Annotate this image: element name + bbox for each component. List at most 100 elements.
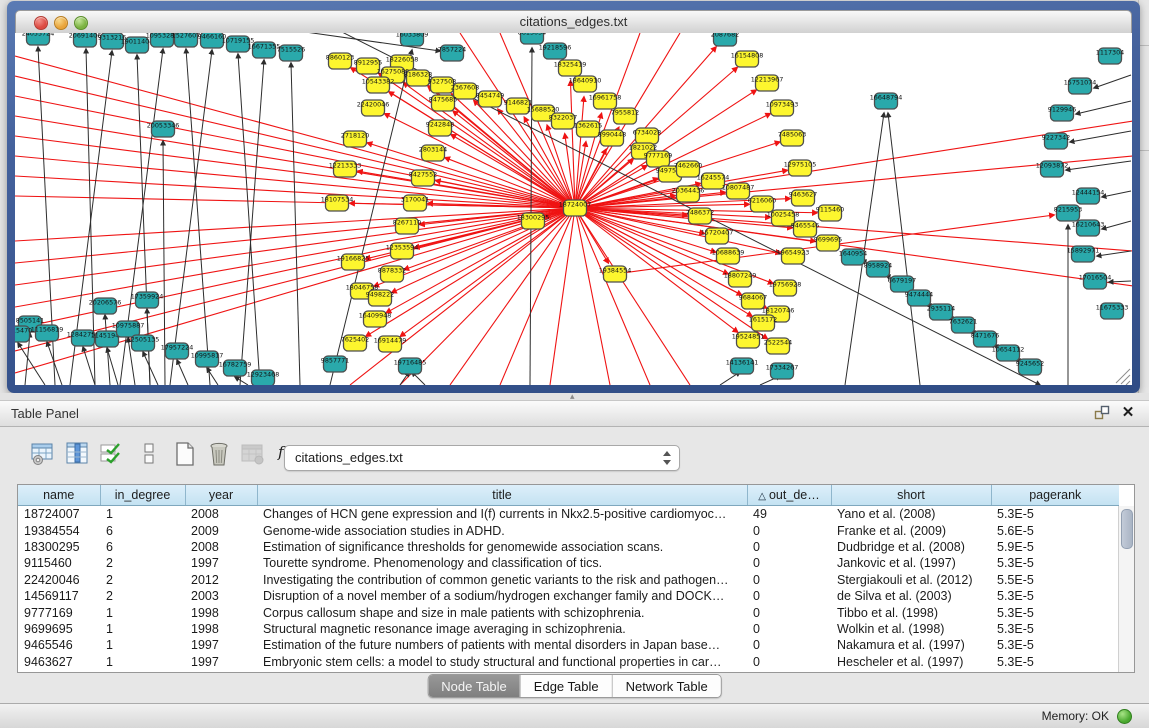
table-cell[interactable]: Nakamura et al. (1997) bbox=[831, 637, 991, 653]
window-resize-grip-icon[interactable] bbox=[1116, 369, 1130, 383]
table-cell[interactable]: 1 bbox=[100, 506, 185, 523]
table-scrollbar[interactable] bbox=[1118, 506, 1134, 672]
table-cell[interactable]: 2003 bbox=[185, 588, 257, 604]
table-cell[interactable]: 18300295 bbox=[18, 539, 100, 555]
table-cell[interactable]: 0 bbox=[747, 539, 831, 555]
table-row[interactable]: 2242004622012Investigating the contribut… bbox=[18, 572, 1119, 588]
column-header-out_de[interactable]: △out_de… bbox=[747, 485, 831, 506]
table-cell[interactable]: Dudbridge et al. (2008) bbox=[831, 539, 991, 555]
table-row[interactable]: 911546021997Tourette syndrome. Phenomeno… bbox=[18, 555, 1119, 571]
row-selection-icon[interactable] bbox=[98, 441, 124, 467]
table-cell[interactable]: Jankovic et al. (1997) bbox=[831, 555, 991, 571]
table-cell[interactable]: 14569117 bbox=[18, 588, 100, 604]
table-cell[interactable]: 0 bbox=[747, 555, 831, 571]
table-row[interactable]: 946362711997Embryonic stem cells: a mode… bbox=[18, 654, 1119, 670]
network-edge-red[interactable] bbox=[15, 56, 575, 208]
table-cell[interactable]: 1 bbox=[100, 621, 185, 637]
delete-column-icon[interactable] bbox=[206, 441, 232, 467]
table-cell[interactable]: 1 bbox=[100, 604, 185, 620]
network-edge-red[interactable] bbox=[550, 208, 575, 385]
table-cell[interactable]: 2012 bbox=[185, 572, 257, 588]
network-edge-black[interactable] bbox=[888, 113, 920, 385]
table-cell[interactable]: de Silva et al. (2003) bbox=[831, 588, 991, 604]
table-cell[interactable]: Tibbo et al. (1998) bbox=[831, 604, 991, 620]
table-cell[interactable]: 2 bbox=[100, 588, 185, 604]
table-mode-icon[interactable] bbox=[30, 441, 56, 467]
table-cell[interactable]: 49 bbox=[747, 506, 831, 523]
table-cell[interactable]: 5.5E-5 bbox=[991, 572, 1119, 588]
table-cell[interactable]: Corpus callosum shape and size in male p… bbox=[257, 604, 747, 620]
table-cell[interactable]: Structural magnetic resonance image aver… bbox=[257, 621, 747, 637]
table-cell[interactable]: 19384554 bbox=[18, 522, 100, 538]
table-cell[interactable]: Investigating the contribution of common… bbox=[257, 572, 747, 588]
table-cell[interactable]: Estimation of the future numbers of pati… bbox=[257, 637, 747, 653]
column-header-pagerank[interactable]: pagerank bbox=[991, 485, 1119, 506]
table-cell[interactable]: 1997 bbox=[185, 654, 257, 670]
table-cell[interactable]: 5.3E-5 bbox=[991, 621, 1119, 637]
table-cell[interactable]: 5.3E-5 bbox=[991, 506, 1119, 523]
column-header-name[interactable]: name bbox=[18, 485, 100, 506]
float-panel-icon[interactable] bbox=[1093, 404, 1111, 422]
table-row[interactable]: 1456911722003Disruption of a novel membe… bbox=[18, 588, 1119, 604]
table-cell[interactable]: Yano et al. (2008) bbox=[831, 506, 991, 523]
table-cell[interactable]: 0 bbox=[747, 637, 831, 653]
table-cell[interactable]: Changes of HCN gene expression and I(f) … bbox=[257, 506, 747, 523]
table-cell[interactable]: 0 bbox=[747, 654, 831, 670]
table-row[interactable]: 1872400712008Changes of HCN gene express… bbox=[18, 506, 1119, 523]
table-cell[interactable]: 0 bbox=[747, 588, 831, 604]
table-cell[interactable]: Disruption of a novel member of a sodium… bbox=[257, 588, 747, 604]
table-cell[interactable]: 2008 bbox=[185, 506, 257, 523]
table-row[interactable]: 1938455462009Genome-wide association stu… bbox=[18, 522, 1119, 538]
network-edge-black[interactable] bbox=[238, 54, 260, 385]
table-cell[interactable]: 2 bbox=[100, 572, 185, 588]
table-cell[interactable]: Genome-wide association studies in ADHD. bbox=[257, 522, 747, 538]
table-cell[interactable]: 1 bbox=[100, 637, 185, 653]
column-header-in_degree[interactable]: in_degree bbox=[100, 485, 185, 506]
memory-status-indicator[interactable] bbox=[1117, 709, 1132, 724]
tab-edge-table[interactable]: Edge Table bbox=[520, 675, 612, 697]
network-edge-black[interactable] bbox=[1076, 101, 1131, 114]
table-cell[interactable]: 5.3E-5 bbox=[991, 654, 1119, 670]
column-header-year[interactable]: year bbox=[185, 485, 257, 506]
table-cell[interactable]: 5.3E-5 bbox=[991, 555, 1119, 571]
table-row[interactable]: 946554611997Estimation of the future num… bbox=[18, 637, 1119, 653]
table-cell[interactable]: 5.3E-5 bbox=[991, 588, 1119, 604]
network-canvas[interactable]: 1872400724055724206914069313216190114041… bbox=[15, 33, 1132, 385]
show-columns-icon[interactable] bbox=[64, 441, 90, 467]
table-cell[interactable]: Wolkin et al. (1998) bbox=[831, 621, 991, 637]
table-selector-dropdown[interactable]: citations_edges.txt bbox=[284, 445, 680, 471]
table-cell[interactable]: Franke et al. (2009) bbox=[831, 522, 991, 538]
table-cell[interactable]: 1998 bbox=[185, 604, 257, 620]
table-cell[interactable]: 0 bbox=[747, 621, 831, 637]
table-row[interactable]: 1830029562008Estimation of significance … bbox=[18, 539, 1119, 555]
network-edge-black[interactable] bbox=[1094, 75, 1131, 88]
network-edge-black[interactable] bbox=[1102, 221, 1131, 229]
import-table-icon[interactable] bbox=[240, 441, 266, 467]
network-edge-red[interactable] bbox=[15, 208, 575, 373]
table-cell[interactable]: 6 bbox=[100, 539, 185, 555]
network-window-titlebar[interactable]: citations_edges.txt bbox=[15, 10, 1132, 35]
network-edge-black[interactable] bbox=[240, 60, 264, 385]
table-cell[interactable]: 9777169 bbox=[18, 604, 100, 620]
table-cell[interactable]: 2008 bbox=[185, 539, 257, 555]
table-cell[interactable]: Stergiakouli et al. (2012) bbox=[831, 572, 991, 588]
table-cell[interactable]: 0 bbox=[747, 522, 831, 538]
table-cell[interactable]: 9463627 bbox=[18, 654, 100, 670]
table-cell[interactable]: 2 bbox=[100, 555, 185, 571]
table-cell[interactable]: 9699695 bbox=[18, 621, 100, 637]
create-column-icon[interactable] bbox=[172, 441, 198, 467]
network-edge-red[interactable] bbox=[500, 208, 575, 385]
table-cell[interactable]: Hescheler et al. (1997) bbox=[831, 654, 991, 670]
network-edge-red[interactable] bbox=[575, 208, 650, 385]
table-cell[interactable]: 22420046 bbox=[18, 572, 100, 588]
table-cell[interactable]: 5.6E-5 bbox=[991, 522, 1119, 538]
table-cell[interactable]: Embryonic stem cells: a model to study s… bbox=[257, 654, 747, 670]
table-cell[interactable]: 5.3E-5 bbox=[991, 604, 1119, 620]
table-cell[interactable]: 5.3E-5 bbox=[991, 637, 1119, 653]
network-edge-black[interactable] bbox=[1070, 131, 1131, 142]
network-edge-black[interactable] bbox=[18, 343, 45, 385]
table-cell[interactable]: 1997 bbox=[185, 555, 257, 571]
network-edge-red[interactable] bbox=[358, 171, 575, 208]
network-edge-black[interactable] bbox=[1109, 281, 1131, 282]
table-cell[interactable]: 1998 bbox=[185, 621, 257, 637]
